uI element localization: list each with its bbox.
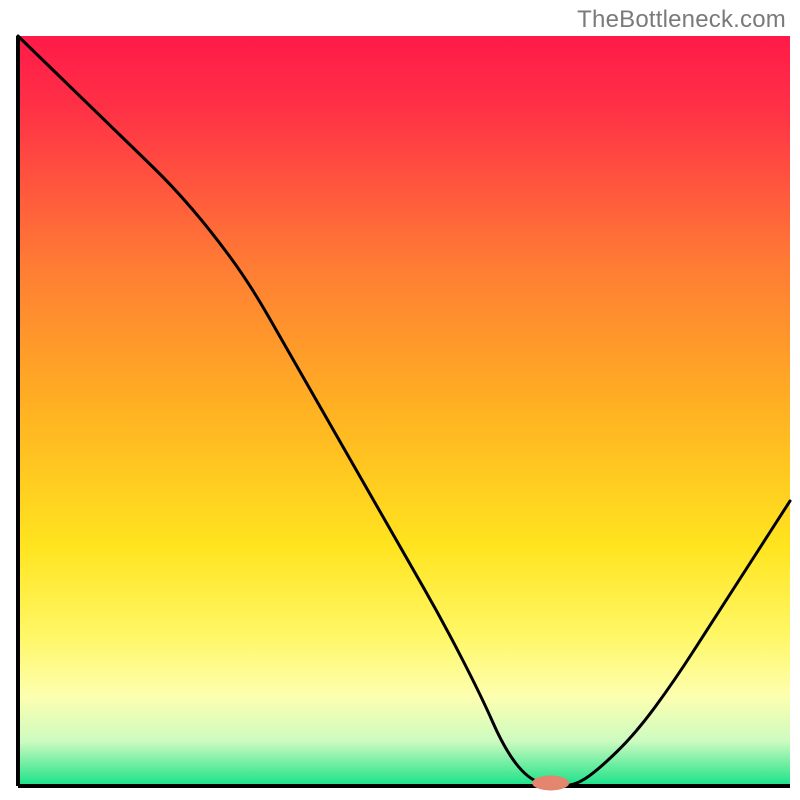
chart-svg (0, 0, 800, 800)
watermark-text: TheBottleneck.com (577, 6, 786, 34)
bottleneck-chart: TheBottleneck.com (0, 0, 800, 800)
optimal-point-marker (532, 776, 569, 791)
